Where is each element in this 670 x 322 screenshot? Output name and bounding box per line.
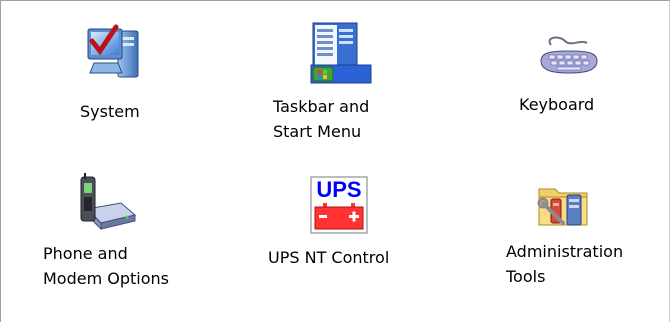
taskbar-start-menu-icon <box>309 21 373 87</box>
applet-phone-modem[interactable]: Phone and Modem Options <box>41 169 201 299</box>
applet-keyboard-label: Keyboard <box>519 95 595 114</box>
svg-text:UPS: UPS <box>316 177 361 202</box>
applet-ups-nt-control-label: UPS NT Control <box>268 248 390 267</box>
control-panel-view: System Taskbar and Start Menu Keyboard P… <box>0 0 670 322</box>
applet-administration-tools-label: Administration Tools <box>506 242 624 286</box>
applet-system-label: System <box>80 102 140 121</box>
keyboard-icon <box>537 33 601 83</box>
admin-tools-folder-icon <box>533 173 597 237</box>
system-monitor-check-icon <box>80 21 144 85</box>
applet-phone-modem-label: Phone and Modem Options <box>43 244 169 288</box>
phone-modem-icon <box>71 173 141 239</box>
applet-administration-tools[interactable]: Administration Tools <box>503 169 663 299</box>
applet-system[interactable]: System <box>61 19 171 129</box>
applet-taskbar-start-menu-label: Taskbar and Start Menu <box>273 97 370 141</box>
applet-taskbar-start-menu[interactable]: Taskbar and Start Menu <box>271 19 411 149</box>
applet-ups-nt-control[interactable]: UPS UPS NT Control <box>251 169 431 279</box>
applet-keyboard[interactable]: Keyboard <box>517 19 637 129</box>
ups-battery-icon: UPS <box>307 173 371 237</box>
